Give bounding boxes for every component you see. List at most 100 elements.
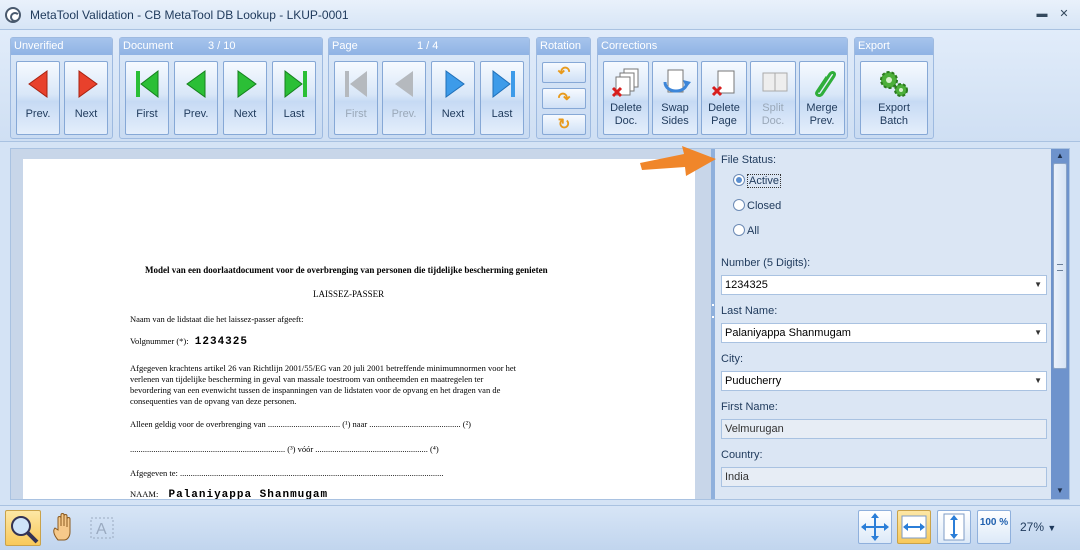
volgnummer-value: 1234325 <box>194 336 248 348</box>
dropdown-arrow-icon[interactable]: ▼ <box>1034 276 1042 294</box>
swap-sides-label-1: Swap <box>661 102 689 114</box>
delete-doc-button[interactable]: Delete Doc. <box>603 61 649 135</box>
last-name-value: Palaniyappa Shanmugam <box>725 327 851 339</box>
document-last-label: Last <box>283 108 305 120</box>
actual-size-button[interactable]: 100 % <box>977 510 1011 544</box>
first-name-field[interactable]: Velmurugan <box>721 419 1047 439</box>
unverified-next-button[interactable]: Next <box>64 61 108 135</box>
scroll-thumb[interactable] <box>1053 163 1067 369</box>
workspace: Model van een doorlaatdocument voor de o… <box>10 148 1070 500</box>
document-line-afgegeven: Afgegeven te: ..........................… <box>130 468 444 478</box>
document-first-label: First <box>136 108 158 120</box>
export-batch-button[interactable]: Export Batch <box>860 61 928 135</box>
text-select-tool-button[interactable]: A <box>86 510 122 546</box>
country-label: Country: <box>721 449 763 461</box>
document-viewer[interactable]: Model van een doorlaatdocument voor de o… <box>11 149 711 499</box>
document-last-button[interactable]: Last <box>272 61 316 135</box>
document-line-voor: ........................................… <box>130 444 439 454</box>
delete-page-label-2: Page <box>711 115 737 127</box>
document-next-button[interactable]: Next <box>223 61 267 135</box>
page-next-button[interactable]: Next <box>431 61 475 135</box>
number-label: Number (5 Digits): <box>721 257 811 269</box>
split-doc-label-1: Split <box>762 102 784 114</box>
document-prev-button[interactable]: Prev. <box>174 61 218 135</box>
rotate-right-button[interactable]: ↷ <box>542 88 586 109</box>
radio-selected-icon <box>733 174 745 186</box>
page-next-label: Next <box>441 108 465 120</box>
last-blue-icon <box>492 69 515 99</box>
rotate-right-icon: ↷ <box>557 90 571 107</box>
pan-tool-button[interactable] <box>46 510 82 546</box>
dropdown-arrow-icon[interactable]: ▼ <box>1034 372 1042 390</box>
document-counter: 3 / 10 <box>208 40 236 52</box>
rotate-180-button[interactable]: ↻ <box>542 114 586 135</box>
page-first-button[interactable]: First <box>334 61 378 135</box>
first-name-label: First Name: <box>721 401 778 413</box>
unverified-prev-button[interactable]: Prev. <box>16 61 60 135</box>
rotation-group: Rotation ↶ ↷ ↻ <box>536 37 591 139</box>
title-bar: MetaTool Validation - CB MetaTool DB Loo… <box>0 0 1080 30</box>
radio-icon <box>733 224 745 236</box>
rotate-left-button[interactable]: ↶ <box>542 62 586 83</box>
number-value: 1234325 <box>725 279 768 291</box>
arrow-left-red-icon <box>28 70 48 98</box>
swap-sides-button[interactable]: Swap Sides <box>652 61 698 135</box>
status-bar: A 100 % 27% ▼ <box>0 505 1080 550</box>
document-para-3: bevordering van een evenwicht tussen de … <box>130 385 501 395</box>
merge-prev-label-2: Prev. <box>809 115 835 127</box>
zoom-value: 27% <box>1020 520 1045 534</box>
fit-height-button[interactable] <box>937 510 971 544</box>
paperclip-icon <box>815 71 836 97</box>
number-combo[interactable]: 1234325 ▼ <box>721 275 1047 295</box>
merge-prev-label-1: Merge <box>806 102 838 114</box>
zoom-tool-button[interactable] <box>5 510 41 546</box>
page-prev-label: Prev. <box>391 108 417 120</box>
arrow-left-gray-icon <box>395 71 413 97</box>
fit-width-icon <box>901 515 927 539</box>
text-select-icon: A <box>90 517 114 539</box>
arrow-right-red-icon <box>78 70 98 98</box>
naam-label: NAAM: <box>130 489 159 499</box>
first-gray-icon <box>345 71 367 97</box>
status-radio-closed[interactable]: Closed <box>733 199 781 214</box>
unverified-group-title: Unverified <box>11 38 112 55</box>
dropdown-arrow-icon[interactable]: ▼ <box>1034 324 1042 342</box>
merge-prev-button[interactable]: Merge Prev. <box>799 61 845 135</box>
arrow-left-green-icon <box>186 70 206 98</box>
document-para-4: consequenties van de opvang van deze per… <box>130 396 297 406</box>
document-group: Document 3 / 10 First Prev. Next Last <box>119 37 323 139</box>
delete-page-button[interactable]: Delete Page <box>701 61 747 135</box>
last-name-combo[interactable]: Palaniyappa Shanmugam ▼ <box>721 323 1047 343</box>
app-logo-icon[interactable] <box>5 7 21 23</box>
minimize-icon[interactable]: ▬ <box>1034 7 1050 21</box>
document-line-issuer: Naam van de lidstaat die het laissez-pas… <box>130 314 304 324</box>
document-first-button[interactable]: First <box>125 61 169 135</box>
status-radio-active[interactable]: Active <box>733 174 781 189</box>
file-status-label: File Status: <box>721 154 777 166</box>
page-first-label: First <box>345 108 367 120</box>
zoom-dropdown[interactable]: 27% ▼ <box>1020 520 1056 534</box>
fit-width-button[interactable] <box>897 510 931 544</box>
document-page-image: Model van een doorlaatdocument voor de o… <box>23 159 695 499</box>
page-last-button[interactable]: Last <box>480 61 524 135</box>
document-para-2: verlenen van tijdelijke bescherming in g… <box>130 374 484 384</box>
close-icon[interactable]: ✕ <box>1056 7 1072 21</box>
country-field[interactable]: India <box>721 467 1047 487</box>
split-doc-button[interactable]: Split Doc. <box>750 61 796 135</box>
fit-page-button[interactable] <box>858 510 892 544</box>
status-radio-all[interactable]: All <box>733 224 759 239</box>
page-group-title: Page <box>332 40 358 52</box>
naam-value: Palaniyappa Shanmugam <box>168 489 329 499</box>
scroll-up-icon[interactable]: ▲ <box>1053 150 1067 162</box>
city-combo[interactable]: Puducherry ▼ <box>721 371 1047 391</box>
page-prev-button[interactable]: Prev. <box>382 61 426 135</box>
rotate-left-icon: ↶ <box>557 64 571 81</box>
unverified-group: Unverified Prev. Next <box>10 37 113 139</box>
scroll-down-icon[interactable]: ▼ <box>1053 485 1067 497</box>
export-batch-label-2: Batch <box>879 115 909 127</box>
corrections-group-title: Corrections <box>598 38 847 55</box>
fit-page-icon <box>861 513 889 541</box>
panel-scrollbar[interactable]: ▲ ▼ <box>1051 149 1069 499</box>
document-prev-label: Prev. <box>183 108 209 120</box>
document-group-title: Document <box>123 40 174 52</box>
